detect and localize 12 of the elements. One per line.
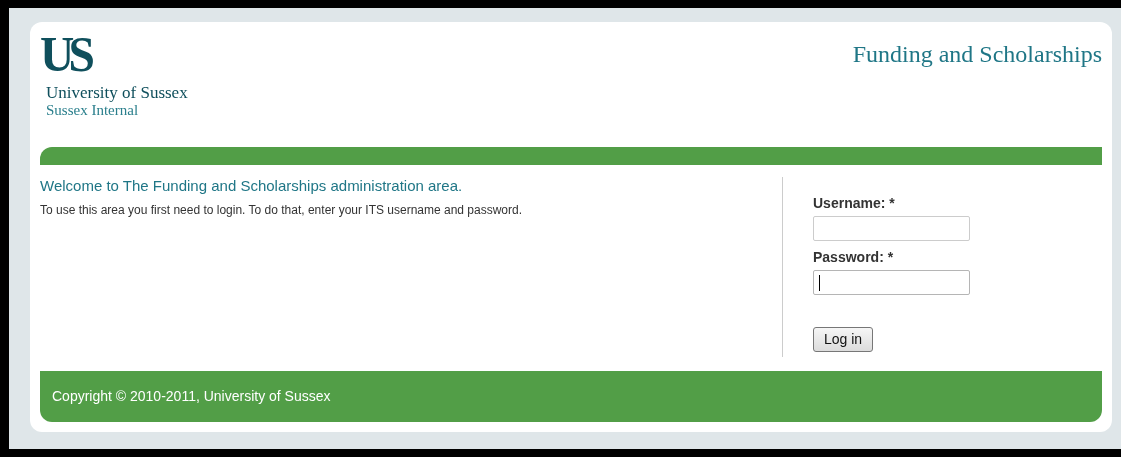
- site-title: Funding and Scholarships: [852, 40, 1102, 69]
- login-button[interactable]: Log in: [813, 327, 874, 352]
- field-label: Password: *: [813, 248, 895, 267]
- logo-mark: US: [40, 32, 90, 76]
- copyright-text: Copyright © 2010-2011, University of Sussex: [52, 387, 331, 406]
- intro-text: To use this area you first need to login. To do that, enter your ITS username and password.: [40, 202, 524, 219]
- input-field[interactable]: [813, 216, 970, 241]
- welcome-heading: Welcome to The Funding and Scholarships administration area.: [40, 177, 464, 195]
- logo-name: University of Sussex: [46, 84, 188, 102]
- field-label: Username: *: [813, 194, 896, 213]
- logo-subtitle: Sussex Internal: [46, 102, 140, 119]
- input-field[interactable]: [813, 270, 970, 295]
